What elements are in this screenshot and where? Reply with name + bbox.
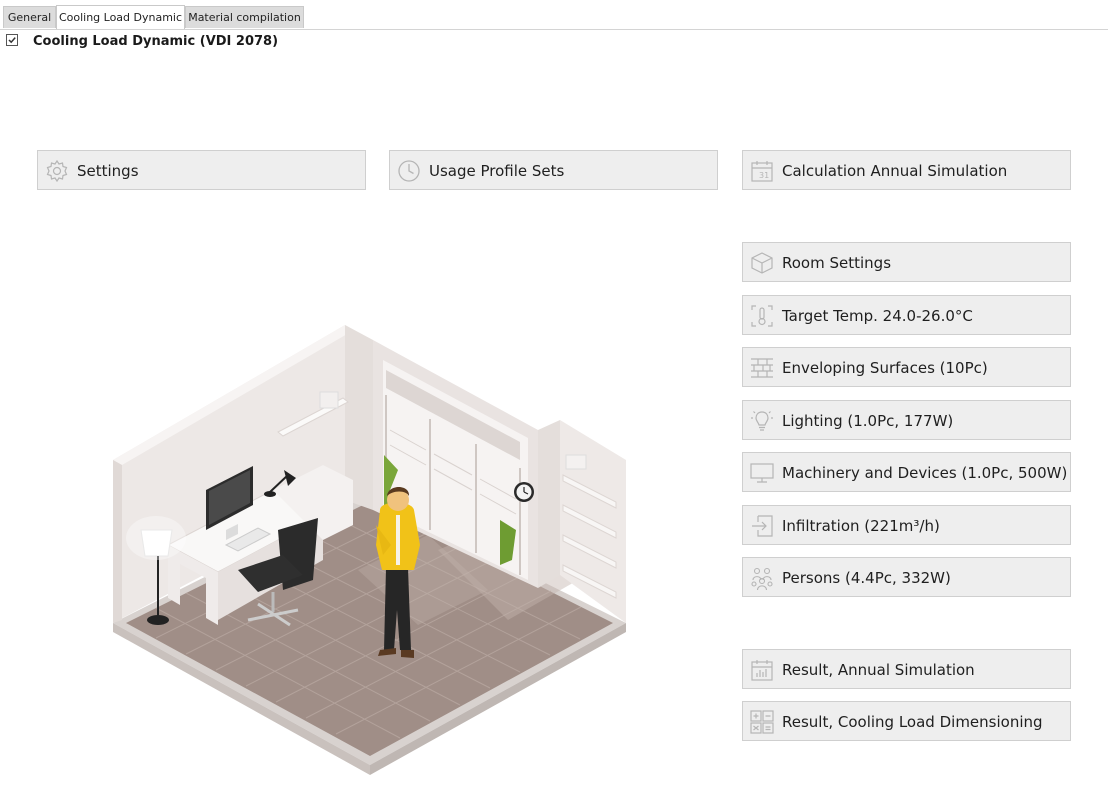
brick-wall-icon [751,358,773,378]
page-title: Cooling Load Dynamic (VDI 2078) [33,34,279,49]
enable-checkbox[interactable] [6,34,18,46]
enveloping-surfaces-label: Enveloping Surfaces (10Pc) [782,359,988,377]
tab-material-compilation[interactable]: Material compilation [185,6,304,28]
calculator-icon [750,710,774,734]
gear-icon [46,159,68,183]
cube-icon [751,252,773,274]
clock-icon [398,160,420,182]
lighting-button[interactable]: Lighting (1.0Pc, 177W) [742,400,1071,440]
infiltration-label: Infiltration (221m³/h) [782,517,940,535]
monitor-icon [750,463,774,483]
calculation-annual-simulation-button[interactable]: 31 Calculation Annual Simulation [742,150,1071,190]
room-illustration [113,325,626,775]
thermometer-icon [751,305,773,327]
settings-button[interactable]: Settings [37,150,366,190]
room-settings-label: Room Settings [782,254,892,272]
infiltration-button[interactable]: Infiltration (221m³/h) [742,505,1071,545]
tab-bar: General Cooling Load Dynamic Material co… [0,0,1108,30]
checkmark-icon [8,37,16,44]
usage-profile-sets-button[interactable]: Usage Profile Sets [389,150,718,190]
machinery-devices-button[interactable]: Machinery and Devices (1.0Pc, 500W) [742,452,1071,492]
settings-label: Settings [77,162,139,180]
arrow-in-icon [752,515,773,537]
svg-text:31: 31 [759,171,769,180]
machinery-devices-label: Machinery and Devices (1.0Pc, 500W) [782,464,1068,482]
bar-chart-icon [751,660,773,681]
persons-label: Persons (4.4Pc, 332W) [782,569,951,587]
lighting-label: Lighting (1.0Pc, 177W) [782,412,954,430]
target-temp-button[interactable]: Target Temp. 24.0-26.0°C [742,295,1071,335]
tab-general[interactable]: General [3,6,56,28]
books-icon [565,454,587,470]
room-settings-button[interactable]: Room Settings [742,242,1071,282]
result-annual-simulation-label: Result, Annual Simulation [782,661,975,679]
persons-button[interactable]: Persons (4.4Pc, 332W) [742,557,1071,597]
result-annual-simulation-button[interactable]: Result, Annual Simulation [742,649,1071,689]
enveloping-surfaces-button[interactable]: Enveloping Surfaces (10Pc) [742,347,1071,387]
result-cooling-load-dimensioning-label: Result, Cooling Load Dimensioning [782,713,1043,731]
persons-icon [751,567,773,591]
lightbulb-icon [751,411,773,431]
target-temp-label: Target Temp. 24.0-26.0°C [782,307,973,325]
calculation-annual-simulation-label: Calculation Annual Simulation [782,162,1008,180]
usage-profile-sets-label: Usage Profile Sets [429,162,565,180]
result-cooling-load-dimensioning-button[interactable]: Result, Cooling Load Dimensioning [742,701,1071,741]
tab-cooling-load-dynamic[interactable]: Cooling Load Dynamic [56,5,185,29]
calendar-icon: 31 [751,161,773,182]
